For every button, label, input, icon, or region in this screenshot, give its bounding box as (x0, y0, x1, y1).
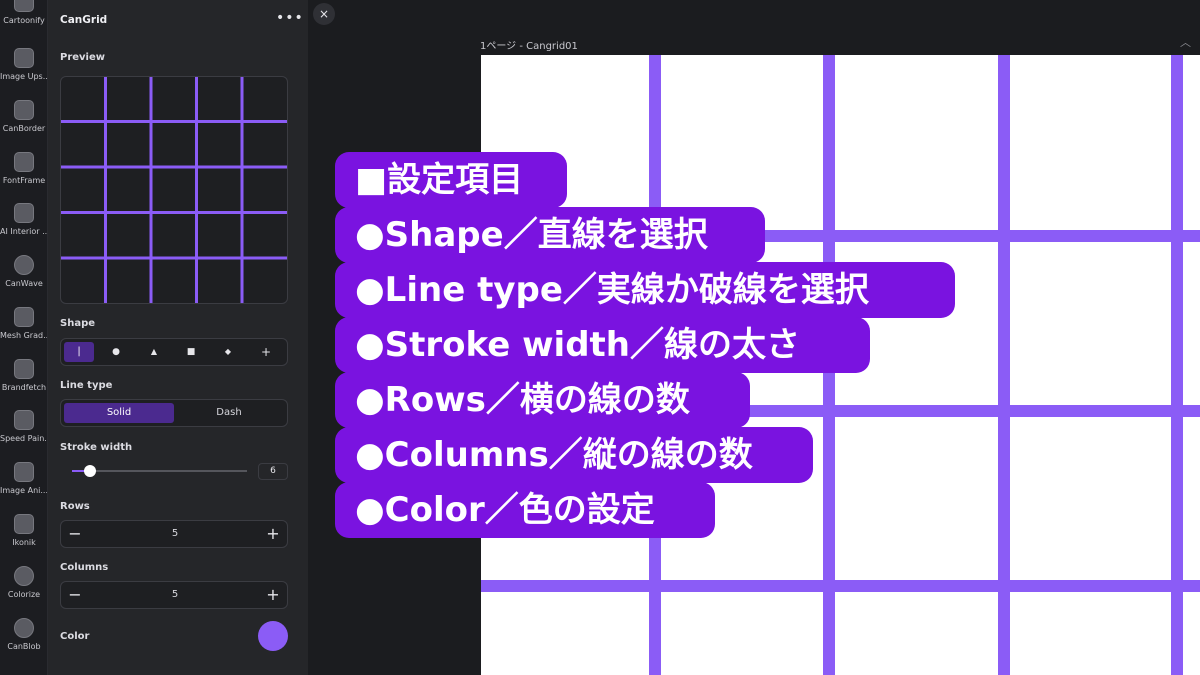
callout-line-shape: ●Shape／直線を選択 (335, 207, 765, 263)
settings-callout: ■設定項目 ●Shape／直線を選択 ●Line type／実線か破線を選択 ●… (0, 0, 1200, 675)
callout-line-columns: ●Columns／縦の線の数 (335, 427, 813, 483)
callout-line-line-type: ●Line type／実線か破線を選択 (335, 262, 955, 318)
callout-line-heading: ■設定項目 (335, 152, 567, 208)
app-root: Cartoonify Image Ups... CanBorder FontFr… (0, 0, 1200, 675)
callout-line-color: ●Color／色の設定 (335, 482, 715, 538)
callout-line-rows: ●Rows／横の線の数 (335, 372, 750, 428)
callout-line-stroke-width: ●Stroke width／線の太さ (335, 317, 870, 373)
